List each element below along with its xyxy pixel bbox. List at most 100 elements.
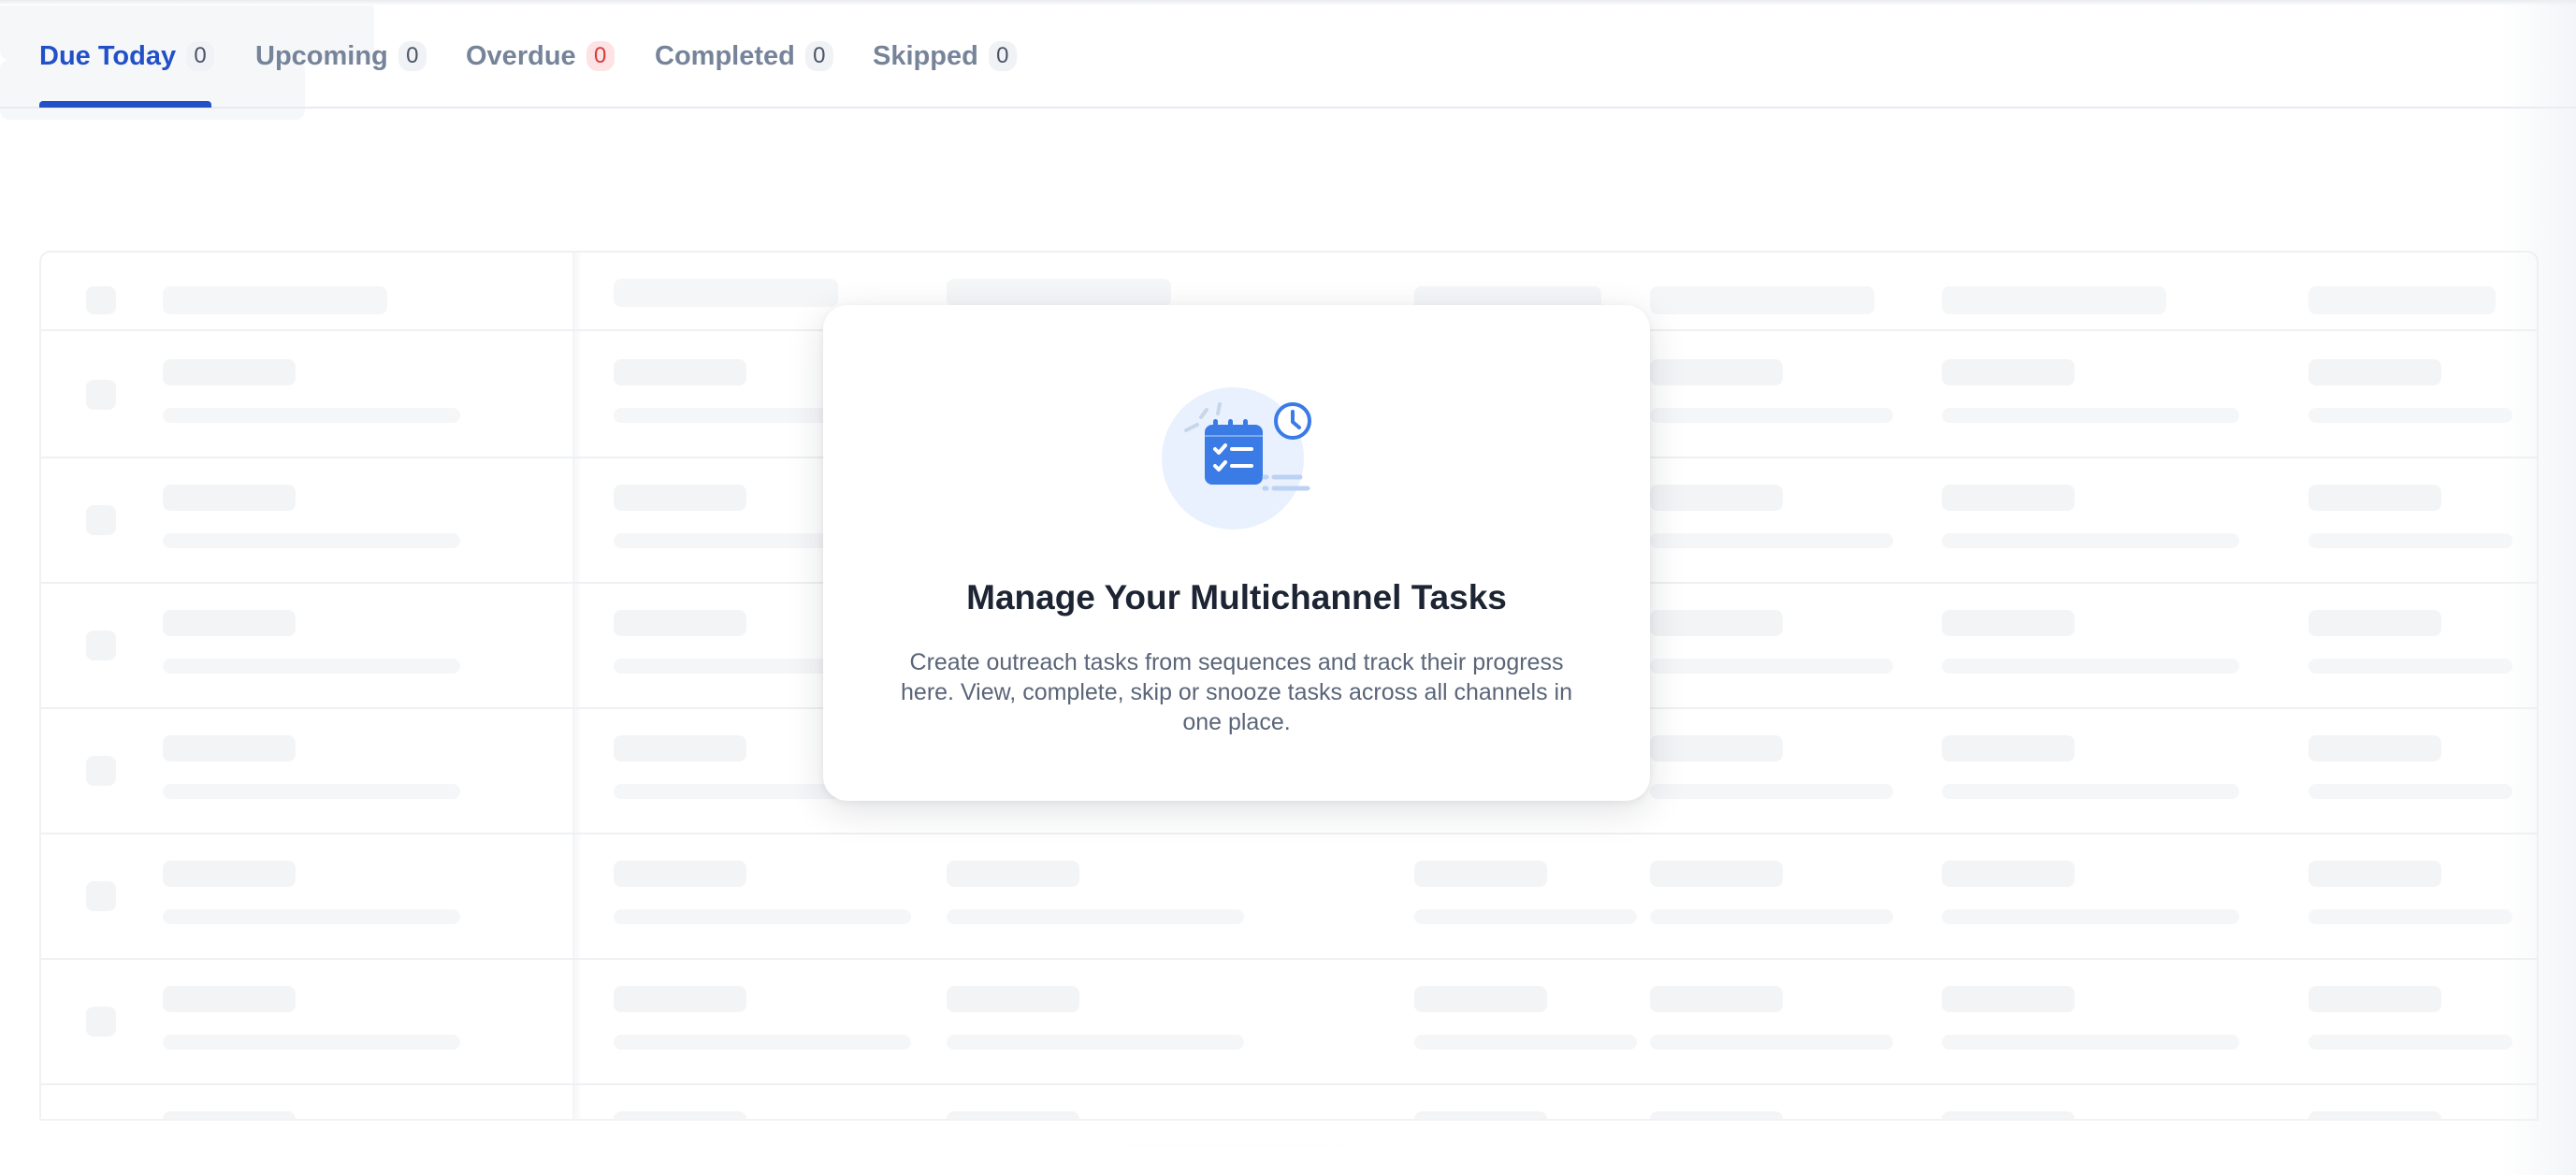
empty-state-description: Create outreach tasks from sequences and… xyxy=(901,649,1572,735)
row-divider xyxy=(41,1083,2537,1085)
skeleton-bar xyxy=(2308,784,2512,799)
skeleton-bar xyxy=(163,784,460,799)
skeleton-bar xyxy=(614,986,746,1012)
skeleton-bar xyxy=(163,861,296,887)
skeleton-bar xyxy=(2308,359,2441,385)
tab-count-badge: 0 xyxy=(988,41,1017,71)
tab-upcoming[interactable]: Upcoming 0 xyxy=(255,36,427,77)
skeleton-bar xyxy=(1650,735,1783,762)
skeleton-bar xyxy=(86,756,116,786)
tasks-page: Due Today 0 Upcoming 0 Overdue 0 Complet… xyxy=(0,0,2576,1175)
skeleton-bar xyxy=(1650,784,1893,799)
skeleton-bar xyxy=(947,986,1079,1012)
skeleton-bar xyxy=(2308,485,2441,511)
skeleton-bar xyxy=(2308,610,2441,636)
skeleton-bar xyxy=(86,881,116,911)
tab-count-badge: 0 xyxy=(398,41,427,71)
skeleton-bar xyxy=(2308,735,2441,762)
skeleton-bar xyxy=(1650,986,1783,1012)
skeleton-bar xyxy=(2308,986,2441,1012)
skeleton-bar xyxy=(86,286,116,314)
bottom-fade xyxy=(0,1113,2576,1175)
row-divider xyxy=(41,958,2537,960)
skeleton-bar xyxy=(1650,861,1783,887)
skeleton-bar xyxy=(614,1035,911,1050)
skeleton-bar xyxy=(947,909,1244,924)
skeleton-bar xyxy=(1650,408,1893,423)
skeleton-bar xyxy=(163,1035,460,1050)
empty-state-card: Manage Your Multichannel Tasks Create ou… xyxy=(823,305,1650,801)
skeleton-bar xyxy=(1942,408,2239,423)
skeleton-bar xyxy=(1650,659,1893,674)
skeleton-bar xyxy=(614,861,746,887)
skeleton-bar xyxy=(163,735,296,762)
skeleton-bar xyxy=(163,485,296,511)
skeleton-bar xyxy=(614,735,746,762)
row-divider xyxy=(41,833,2537,834)
skeleton-bar xyxy=(2308,408,2512,423)
skeleton-bar xyxy=(1942,659,2239,674)
skeleton-bar xyxy=(2308,659,2512,674)
tab-count-badge: 0 xyxy=(586,41,615,71)
skeleton-bar xyxy=(1942,610,2075,636)
skeleton-bar xyxy=(614,610,746,636)
skeleton-bar xyxy=(86,380,116,410)
skeleton-bar xyxy=(1942,861,2075,887)
skeleton-bar xyxy=(1650,610,1783,636)
skeleton-bar xyxy=(1650,485,1783,511)
tab-skipped[interactable]: Skipped 0 xyxy=(873,36,1017,77)
skeleton-bar xyxy=(1942,735,2075,762)
skeleton-bar xyxy=(163,359,296,385)
skeleton-bar xyxy=(163,659,460,674)
skeleton-bar xyxy=(86,1007,116,1037)
skeleton-bar xyxy=(947,861,1079,887)
skeleton-bar xyxy=(614,909,911,924)
skeleton-bar xyxy=(1414,1035,1637,1050)
skeleton-bar xyxy=(1942,286,2166,314)
skeleton-bar xyxy=(163,610,296,636)
skeleton-bar xyxy=(86,631,116,660)
skeleton-bar xyxy=(163,986,296,1012)
skeleton-bar xyxy=(614,279,838,307)
tab-count-badge: 0 xyxy=(186,41,215,71)
skeleton-bar xyxy=(2308,909,2512,924)
skeleton-bar xyxy=(1650,359,1783,385)
skeleton-bar xyxy=(1942,784,2239,799)
skeleton-bar xyxy=(2308,533,2512,548)
tab-label: Overdue xyxy=(466,40,576,71)
skeleton-bar xyxy=(163,286,387,314)
skeleton-bar xyxy=(1942,359,2075,385)
skeleton-bar xyxy=(163,533,460,548)
skeleton-bar xyxy=(1414,861,1547,887)
skeleton-bar xyxy=(1942,485,2075,511)
tab-label: Completed xyxy=(655,40,795,71)
skeleton-bar xyxy=(614,485,746,511)
skeleton-bar xyxy=(947,279,1171,307)
sticky-column-shadow xyxy=(572,253,582,1119)
skeleton-bar xyxy=(1414,986,1547,1012)
tab-label: Skipped xyxy=(873,40,978,71)
skeleton-bar xyxy=(1650,1035,1893,1050)
skeleton-bar xyxy=(1650,286,1874,314)
active-tab-indicator xyxy=(39,101,211,108)
skeleton-bar xyxy=(86,505,116,535)
skeleton-bar xyxy=(1942,533,2239,548)
skeleton-bar xyxy=(947,1035,1244,1050)
tab-completed[interactable]: Completed 0 xyxy=(655,36,833,77)
skeleton-bar xyxy=(614,359,746,385)
skeleton-bar xyxy=(1942,1035,2239,1050)
calendar-checklist-clock-icon xyxy=(1162,387,1311,529)
skeleton-bar xyxy=(1942,986,2075,1012)
tab-overdue[interactable]: Overdue 0 xyxy=(466,36,615,77)
skeleton-bar xyxy=(1650,533,1893,548)
tab-count-badge: 0 xyxy=(804,41,833,71)
tab-due-today[interactable]: Due Today 0 xyxy=(39,36,215,77)
tab-label: Due Today xyxy=(39,40,177,71)
task-tabs: Due Today 0 Upcoming 0 Overdue 0 Complet… xyxy=(0,0,2576,109)
skeleton-bar xyxy=(163,408,460,423)
tab-label: Upcoming xyxy=(255,40,388,71)
skeleton-bar xyxy=(163,909,460,924)
skeleton-bar xyxy=(1414,909,1637,924)
skeleton-bar xyxy=(1942,909,2239,924)
skeleton-bar xyxy=(2308,286,2496,314)
